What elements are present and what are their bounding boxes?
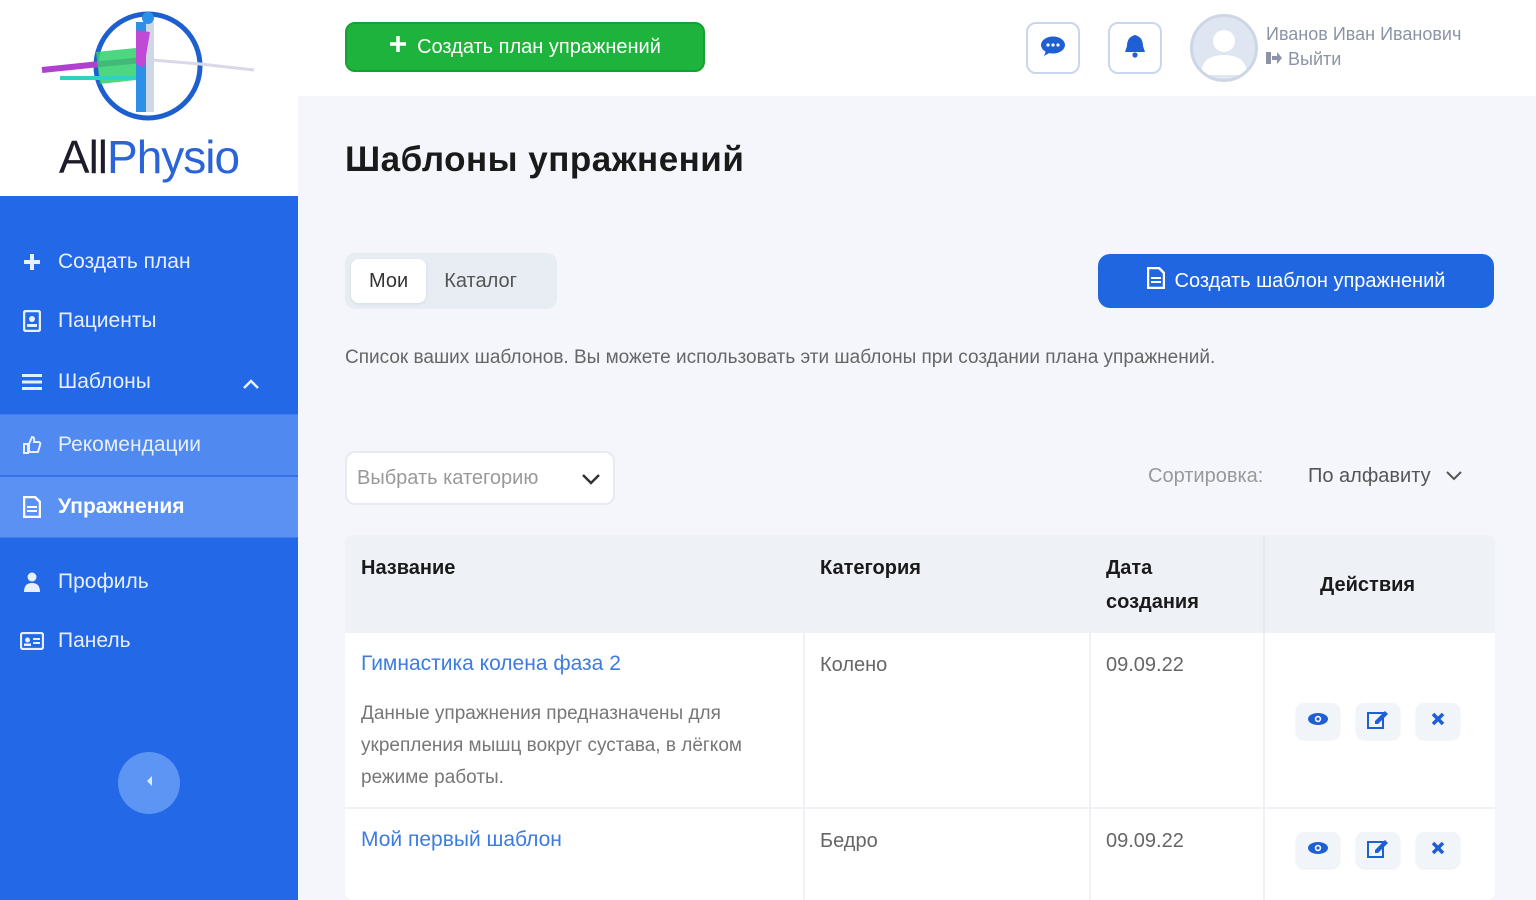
- edit-button[interactable]: [1356, 703, 1400, 739]
- plus-icon: [20, 250, 44, 274]
- template-name-link[interactable]: Мой первый шаблон: [361, 828, 562, 852]
- sidebar-item-label: Создать план: [58, 250, 191, 273]
- view-button[interactable]: [1296, 703, 1340, 739]
- sidebar-item-panel[interactable]: Панель: [0, 611, 298, 671]
- tab-mine[interactable]: Мои: [351, 259, 427, 303]
- create-plan-label: Создать план упражнений: [417, 35, 661, 58]
- delete-button[interactable]: [1416, 703, 1460, 739]
- sort-dropdown[interactable]: По алфавиту: [1308, 465, 1463, 488]
- sidebar-item-create-plan[interactable]: Создать план: [0, 232, 298, 292]
- view-button[interactable]: [1296, 832, 1340, 868]
- sidebar-item-label: Профиль: [58, 570, 149, 593]
- sidebar-item-templates[interactable]: Шаблоны: [0, 352, 298, 412]
- avatar[interactable]: [1190, 14, 1258, 82]
- column-header-actions: Действия: [1320, 574, 1416, 596]
- document-icon: [20, 495, 44, 519]
- delete-button[interactable]: [1416, 832, 1460, 868]
- logo[interactable]: AllPhysio: [0, 0, 298, 196]
- thumbs-up-icon: [20, 433, 44, 457]
- avatar-icon: [1201, 30, 1247, 75]
- logout-link[interactable]: Выйти: [1266, 49, 1341, 70]
- template-date: 09.09.22: [1106, 654, 1184, 676]
- chevron-down-icon: [581, 469, 601, 492]
- column-divider: [1089, 633, 1091, 900]
- messages-button[interactable]: [1026, 22, 1080, 74]
- chat-icon: [1040, 35, 1066, 62]
- create-plan-button[interactable]: Создать план упражнений: [345, 22, 705, 72]
- chevron-down-icon: [1445, 465, 1463, 488]
- eye-icon: [1307, 841, 1329, 860]
- close-icon: [1431, 841, 1445, 860]
- close-icon: [1431, 712, 1445, 731]
- sidebar-item-patients[interactable]: Пациенты: [0, 291, 298, 351]
- plus-icon: [389, 35, 407, 59]
- user-name: Иванов Иван Иванович: [1266, 24, 1462, 44]
- template-name-link[interactable]: Гимнастика колена фаза 2: [361, 652, 621, 676]
- caret-left-icon: [144, 774, 154, 793]
- list-icon: [20, 370, 44, 394]
- template-category: Бедро: [820, 830, 878, 852]
- column-divider: [803, 633, 805, 900]
- chevron-up-icon: [242, 372, 260, 396]
- id-badge-icon: [20, 309, 44, 333]
- logo-text: AllPhysio: [58, 131, 240, 183]
- row-divider: [345, 807, 1495, 809]
- sign-out-icon: [1266, 49, 1282, 70]
- document-icon: [1146, 266, 1165, 295]
- create-template-label: Создать шаблон упражнений: [1174, 269, 1446, 292]
- template-description: Данные упражнения предназначены для укре…: [361, 703, 742, 788]
- sidebar-item-label: Шаблоны: [58, 370, 151, 393]
- sidebar-item-label: Панель: [58, 629, 131, 652]
- logout-label: Выйти: [1288, 49, 1342, 69]
- tabs: Мои Каталог: [345, 253, 557, 309]
- column-divider: [1263, 633, 1265, 900]
- sidebar-item-label: Рекомендации: [58, 433, 202, 456]
- id-card-icon: [20, 629, 44, 653]
- sidebar-item-profile[interactable]: Профиль: [0, 552, 298, 612]
- sort-label: Сортировка:: [1148, 465, 1264, 487]
- template-category: Колено: [820, 654, 888, 676]
- column-header-date-line2: создания: [1106, 591, 1199, 613]
- templates-table: Название Категория Дата создания Действи…: [345, 535, 1495, 900]
- user-icon: [20, 570, 44, 594]
- template-date: 09.09.22: [1106, 830, 1184, 852]
- sidebar: AllPhysio Создать план Пациенты Шаблоны …: [0, 0, 298, 900]
- sidebar-item-recommendations[interactable]: Рекомендации: [0, 415, 298, 475]
- tab-catalog[interactable]: Каталог: [426, 259, 535, 303]
- edit-button[interactable]: [1356, 832, 1400, 868]
- category-select[interactable]: Выбрать категорию: [345, 451, 615, 505]
- logo-mark-icon: [41, 11, 255, 121]
- sidebar-item-label: Пациенты: [58, 309, 157, 332]
- category-placeholder: Выбрать категорию: [357, 466, 539, 489]
- column-header-date-line1[interactable]: Дата: [1106, 551, 1152, 585]
- bell-icon: [1124, 34, 1146, 63]
- edit-icon: [1367, 709, 1389, 734]
- page-title: Шаблоны упражнений: [345, 140, 745, 179]
- column-header-name[interactable]: Название: [361, 551, 455, 585]
- sidebar-item-exercises[interactable]: Упражнения: [0, 477, 298, 537]
- select-text-fade: [570, 455, 574, 501]
- create-template-button[interactable]: Создать шаблон упражнений: [1098, 254, 1494, 308]
- notifications-button[interactable]: [1108, 22, 1162, 74]
- column-header-category[interactable]: Категория: [820, 551, 921, 585]
- column-divider: [1263, 535, 1265, 633]
- sidebar-item-label: Упражнения: [58, 495, 185, 518]
- page-description: Список ваших шаблонов. Вы можете использ…: [345, 347, 1216, 368]
- eye-icon: [1307, 712, 1329, 731]
- edit-icon: [1367, 838, 1389, 863]
- sort-value: По алфавиту: [1308, 465, 1431, 487]
- collapse-sidebar-button[interactable]: [118, 752, 180, 814]
